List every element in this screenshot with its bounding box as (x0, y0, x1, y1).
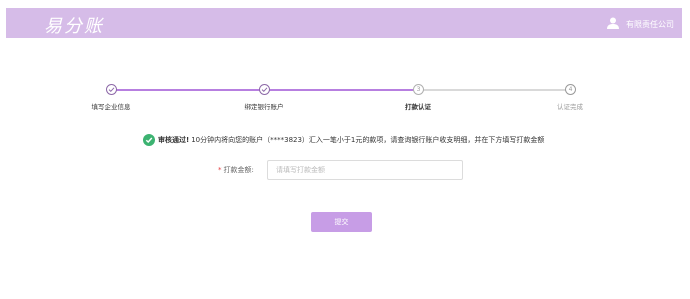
step-3-label: 打款认证 (405, 103, 431, 111)
verification-notice: 审核通过! 10分钟内将向您的账户（****3823）汇入一笔小于1元的款项，请… (143, 134, 544, 146)
submit-button[interactable]: 提交 (311, 212, 372, 232)
step-connector-3 (418, 89, 570, 91)
progress-steps: 3 4 填写企业信息 绑定银行账户 打款认证 认证完成 (0, 0, 690, 120)
amount-input[interactable] (267, 160, 463, 180)
step-2-node (259, 84, 270, 95)
step-1-node (106, 84, 117, 95)
check-icon (261, 87, 268, 93)
check-circle-icon (143, 134, 155, 146)
step-connector-2 (264, 89, 418, 91)
step-4-label: 认证完成 (557, 103, 583, 111)
notice-message: 10分钟内将向您的账户（****3823）汇入一笔小于1元的款项，请查询银行账户… (191, 136, 545, 144)
notice-title: 审核通过! (158, 136, 190, 144)
amount-label-text: 打款金额: (223, 166, 254, 174)
step-1-label: 填写企业信息 (91, 103, 131, 111)
amount-label: * 打款金额: (218, 165, 254, 175)
check-icon (108, 87, 115, 93)
required-mark: * (218, 166, 222, 174)
step-connector-1 (111, 89, 264, 91)
step-3-node: 3 (413, 84, 424, 95)
step-2-label: 绑定银行账户 (244, 103, 284, 111)
step-4-node: 4 (565, 84, 576, 95)
